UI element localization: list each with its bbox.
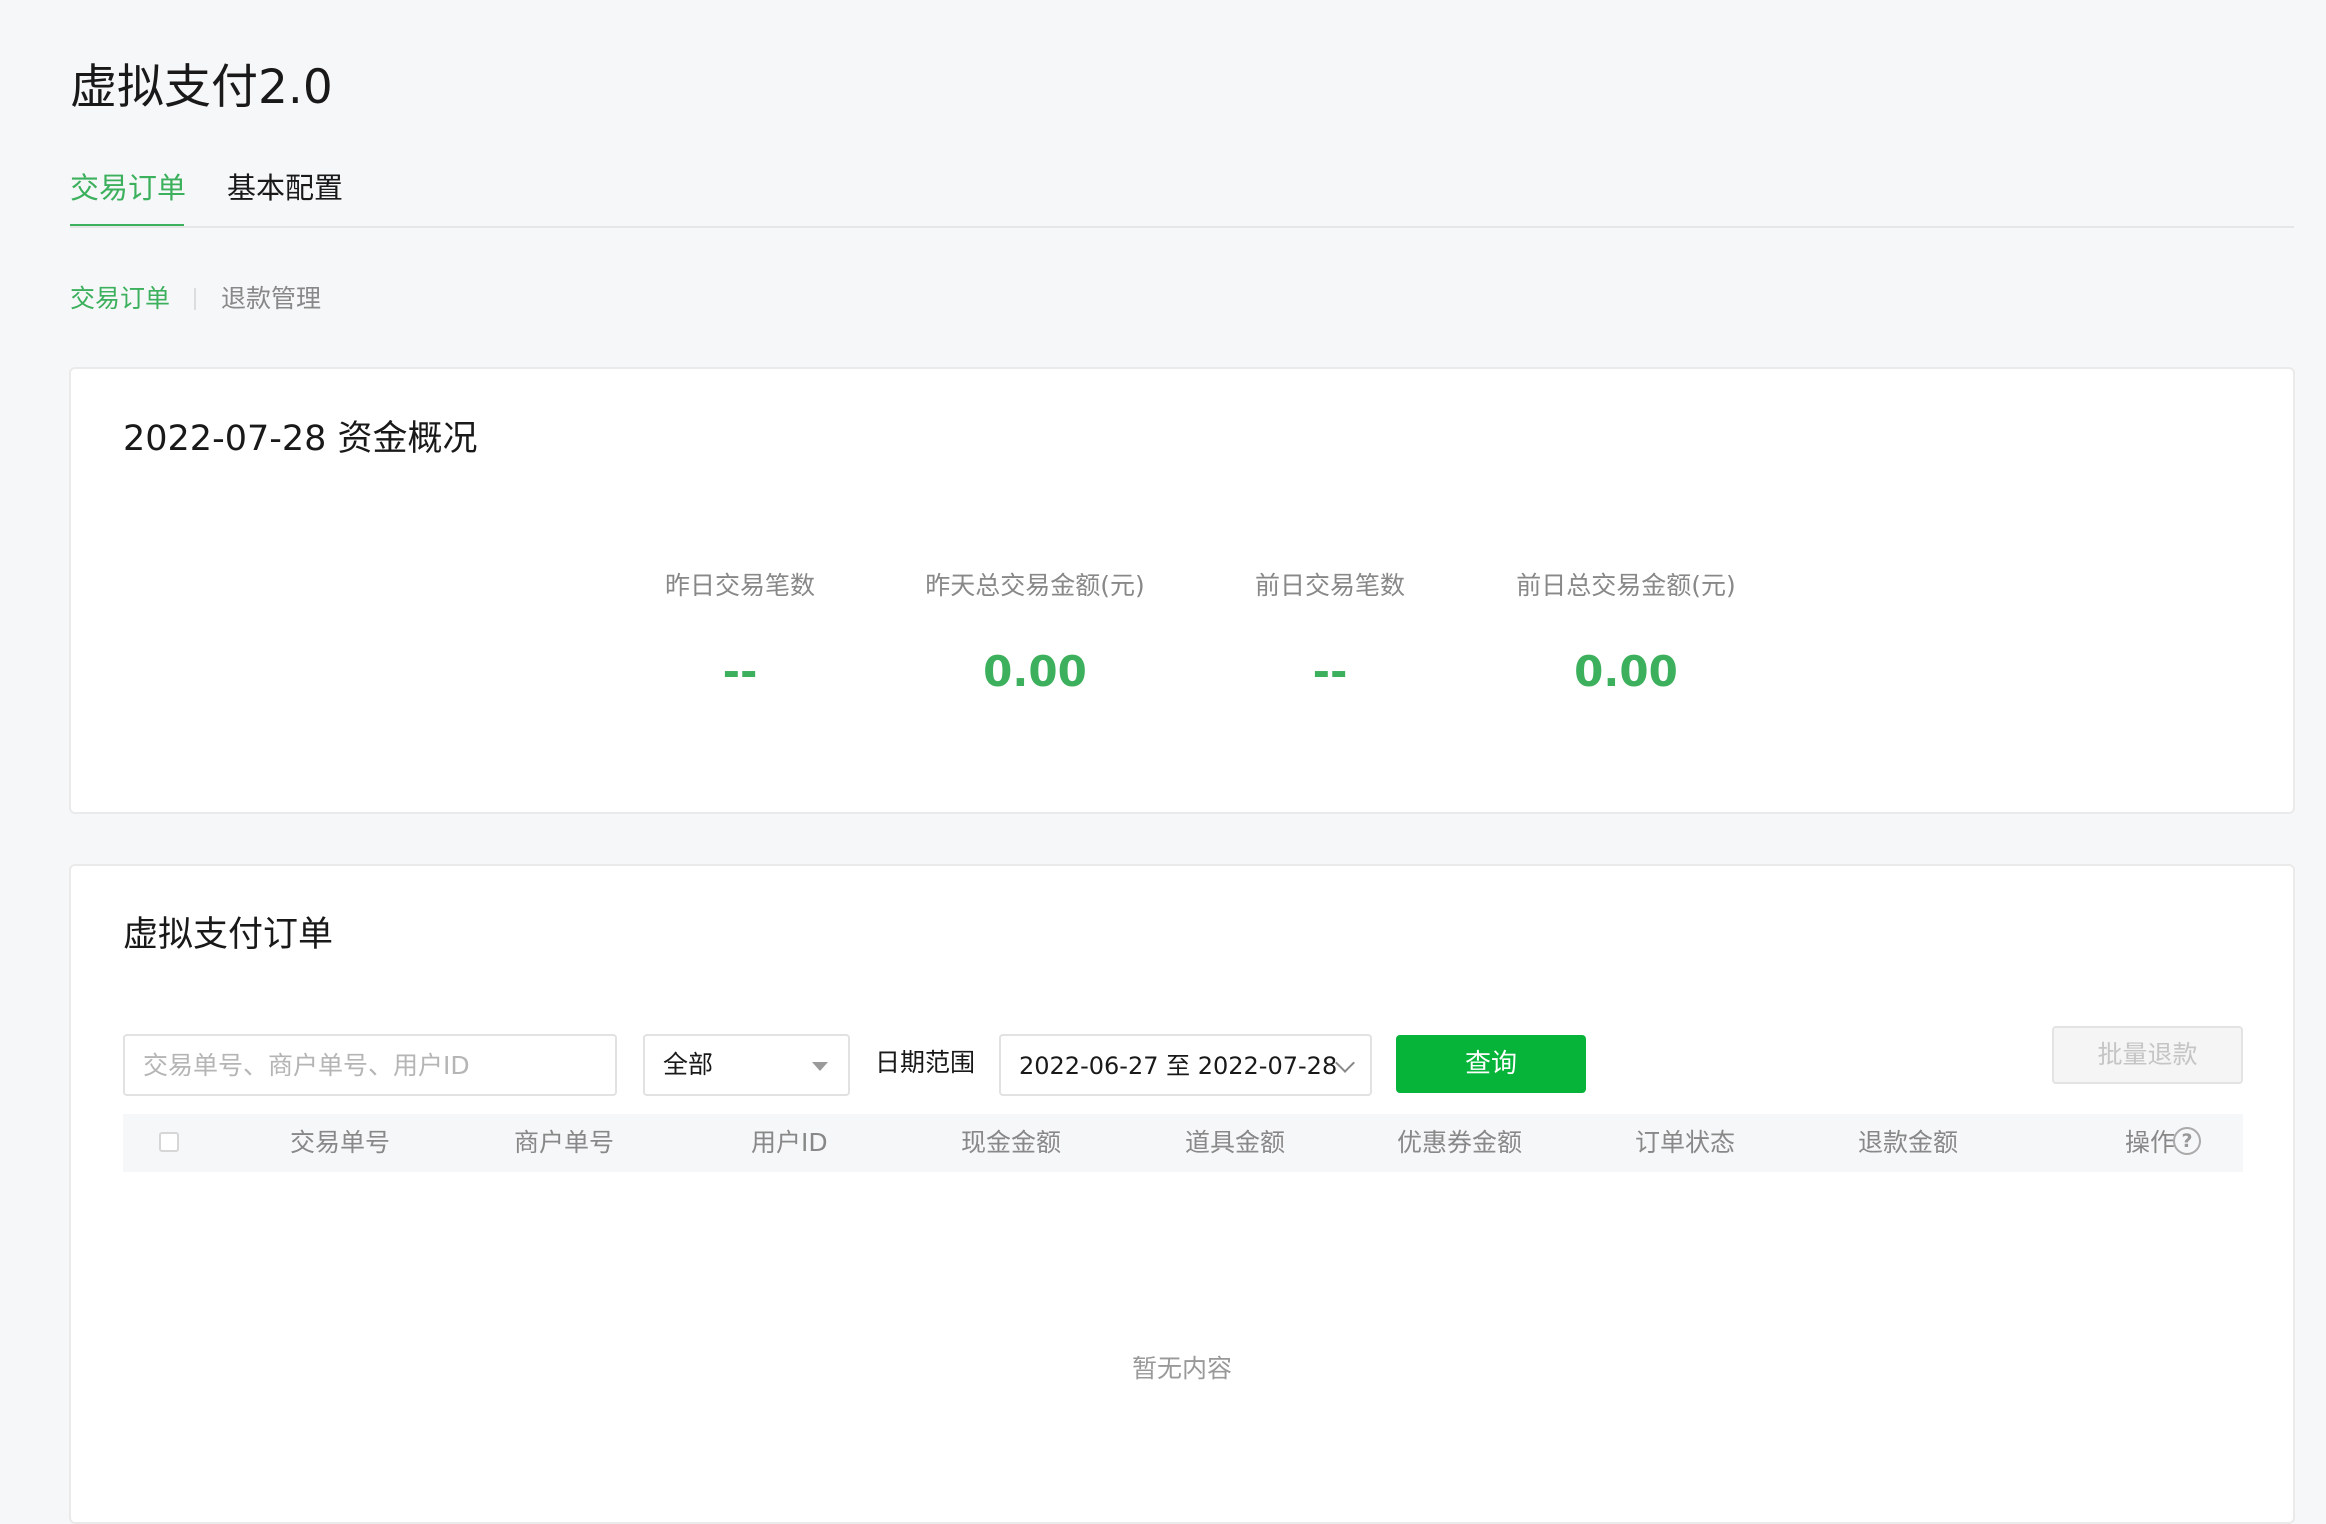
stat-day-before-amount: 前日总交易金额(元) 0.00 — [1476, 569, 1776, 697]
column-header-order-status: 订单状态 — [1635, 1128, 1736, 1157]
tab-transaction-orders[interactable]: 交易订单 — [70, 168, 186, 208]
stat-day-before-count: 前日交易笔数 -- — [1180, 569, 1480, 697]
subnav-transaction-orders[interactable]: 交易订单 — [70, 282, 170, 316]
tab-basic-config[interactable]: 基本配置 — [227, 168, 343, 208]
date-range-picker[interactable]: 2022-06-27 至 2022-07-28 — [999, 1034, 1372, 1096]
status-select[interactable]: 全部 — [643, 1034, 850, 1096]
status-select-value: 全部 — [663, 1050, 714, 1079]
search-input[interactable] — [123, 1034, 617, 1096]
column-header-coupon-amount: 优惠券金额 — [1397, 1128, 1523, 1157]
orders-card: 虚拟支付订单 全部 日期范围 2022-06-27 至 2022-07-28 查… — [69, 864, 2295, 1524]
date-range-value: 2022-06-27 至 2022-07-28 — [1019, 1052, 1338, 1080]
stat-value: 0.00 — [983, 647, 1087, 696]
chevron-down-icon — [1335, 1053, 1355, 1073]
column-header-item-amount: 道具金额 — [1185, 1128, 1286, 1157]
funds-overview-title: 2022-07-28 资金概况 — [123, 419, 478, 459]
query-button[interactable]: 查询 — [1396, 1035, 1586, 1093]
subnav-refund-management[interactable]: 退款管理 — [221, 282, 321, 316]
stat-label: 前日总交易金额(元) — [1516, 571, 1736, 600]
subnav-divider — [194, 288, 196, 310]
stat-yesterday-count: 昨日交易笔数 -- — [590, 569, 890, 697]
stat-label: 昨日交易笔数 — [664, 571, 815, 600]
column-header-transaction-no: 交易单号 — [290, 1128, 391, 1157]
page-title: 虚拟支付2.0 — [70, 60, 333, 115]
date-range-label: 日期范围 — [875, 1048, 976, 1077]
orders-title: 虚拟支付订单 — [123, 915, 334, 955]
tabs-divider — [70, 226, 2294, 228]
stat-yesterday-amount: 昨天总交易金额(元) 0.00 — [885, 569, 1185, 697]
stat-value: -- — [722, 647, 758, 696]
help-icon[interactable]: ? — [2173, 1127, 2201, 1155]
column-header-user-id: 用户ID — [751, 1128, 828, 1157]
column-header-merchant-no: 商户单号 — [514, 1128, 615, 1157]
stat-label: 昨天总交易金额(元) — [925, 571, 1145, 600]
stat-value: -- — [1312, 647, 1348, 696]
column-header-cash-amount: 现金金额 — [961, 1128, 1062, 1157]
select-all-checkbox[interactable] — [159, 1132, 179, 1152]
empty-state-text: 暂无内容 — [1131, 1354, 1232, 1383]
table-header: 交易单号 商户单号 用户ID 现金金额 道具金额 优惠券金额 订单状态 退款金额… — [123, 1114, 2243, 1172]
stat-label: 前日交易笔数 — [1254, 571, 1405, 600]
stat-value: 0.00 — [1574, 647, 1678, 696]
column-header-actions: 操作 — [2125, 1128, 2176, 1157]
main-tabs: 交易订单 基本配置 — [70, 168, 2294, 228]
caret-down-icon — [812, 1062, 828, 1071]
column-header-refund-amount: 退款金额 — [1858, 1128, 1959, 1157]
batch-refund-button[interactable]: 批量退款 — [2052, 1026, 2243, 1084]
funds-overview-card: 2022-07-28 资金概况 昨日交易笔数 -- 昨天总交易金额(元) 0.0… — [69, 367, 2295, 814]
